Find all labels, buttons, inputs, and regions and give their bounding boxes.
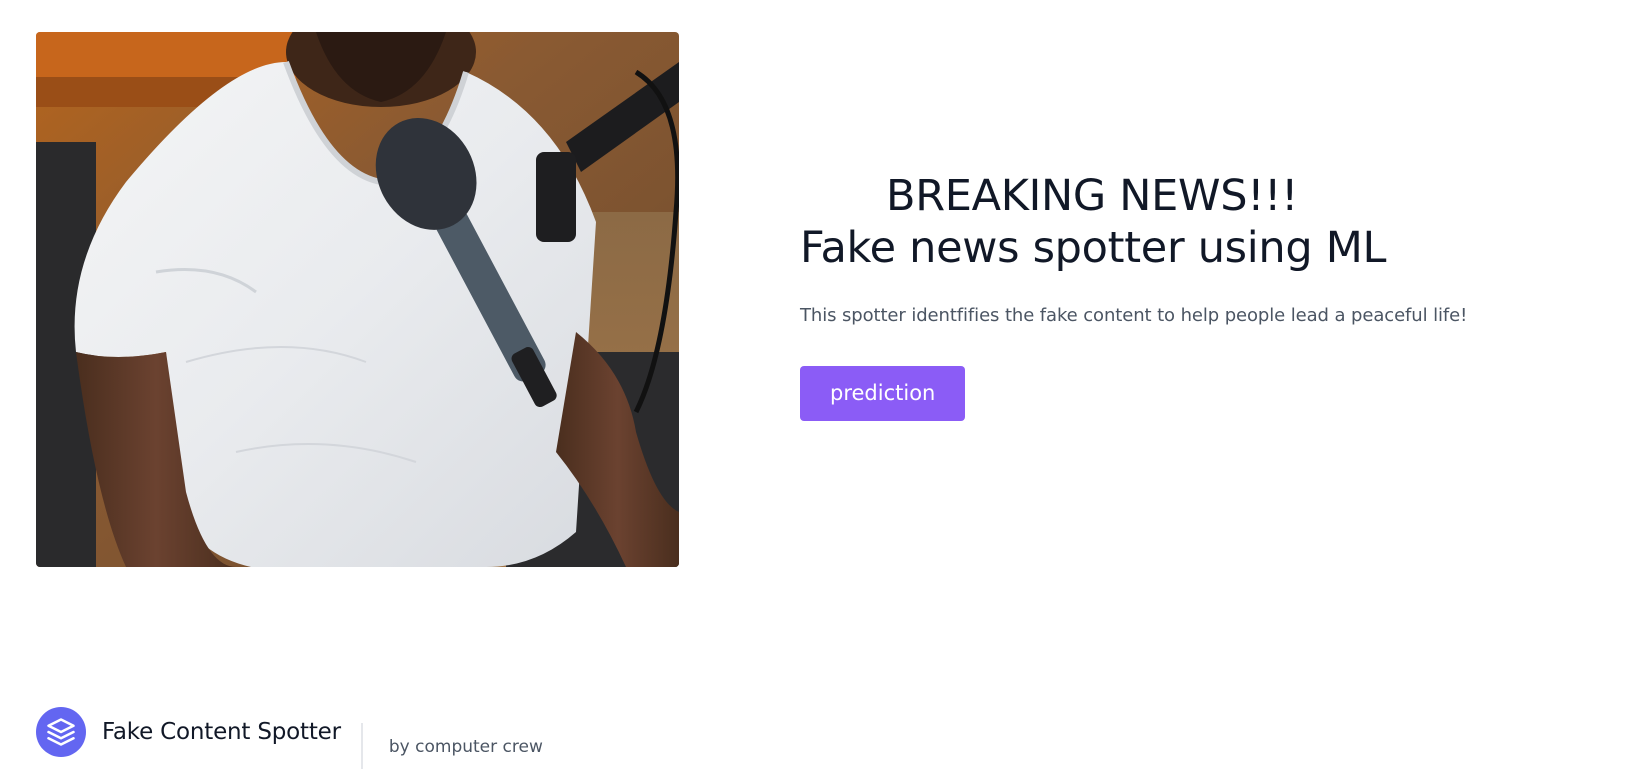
tagline: This spotter identfifies the fake conten… [800, 305, 1468, 326]
brand-name[interactable]: Fake Content Spotter [102, 719, 341, 745]
headline-title: Fake news spotter using ML [800, 223, 1387, 273]
landing-page: BREAKING NEWS!!! Fake news spotter using… [0, 0, 1643, 770]
footer: Fake Content Spotter by computer crew [36, 700, 543, 769]
podcast-photo-illustration [36, 32, 679, 567]
headline: BREAKING NEWS!!! Fake news spotter using… [800, 170, 1580, 274]
hero-image [36, 32, 679, 567]
hero-text-block: BREAKING NEWS!!! Fake news spotter using… [800, 170, 1580, 421]
brand-logo[interactable] [36, 707, 86, 757]
headline-breaking: BREAKING NEWS!!! [886, 171, 1299, 221]
layers-icon [47, 718, 75, 746]
byline: by computer crew [388, 737, 543, 757]
prediction-button[interactable]: prediction [800, 366, 966, 421]
footer-divider [360, 723, 363, 769]
